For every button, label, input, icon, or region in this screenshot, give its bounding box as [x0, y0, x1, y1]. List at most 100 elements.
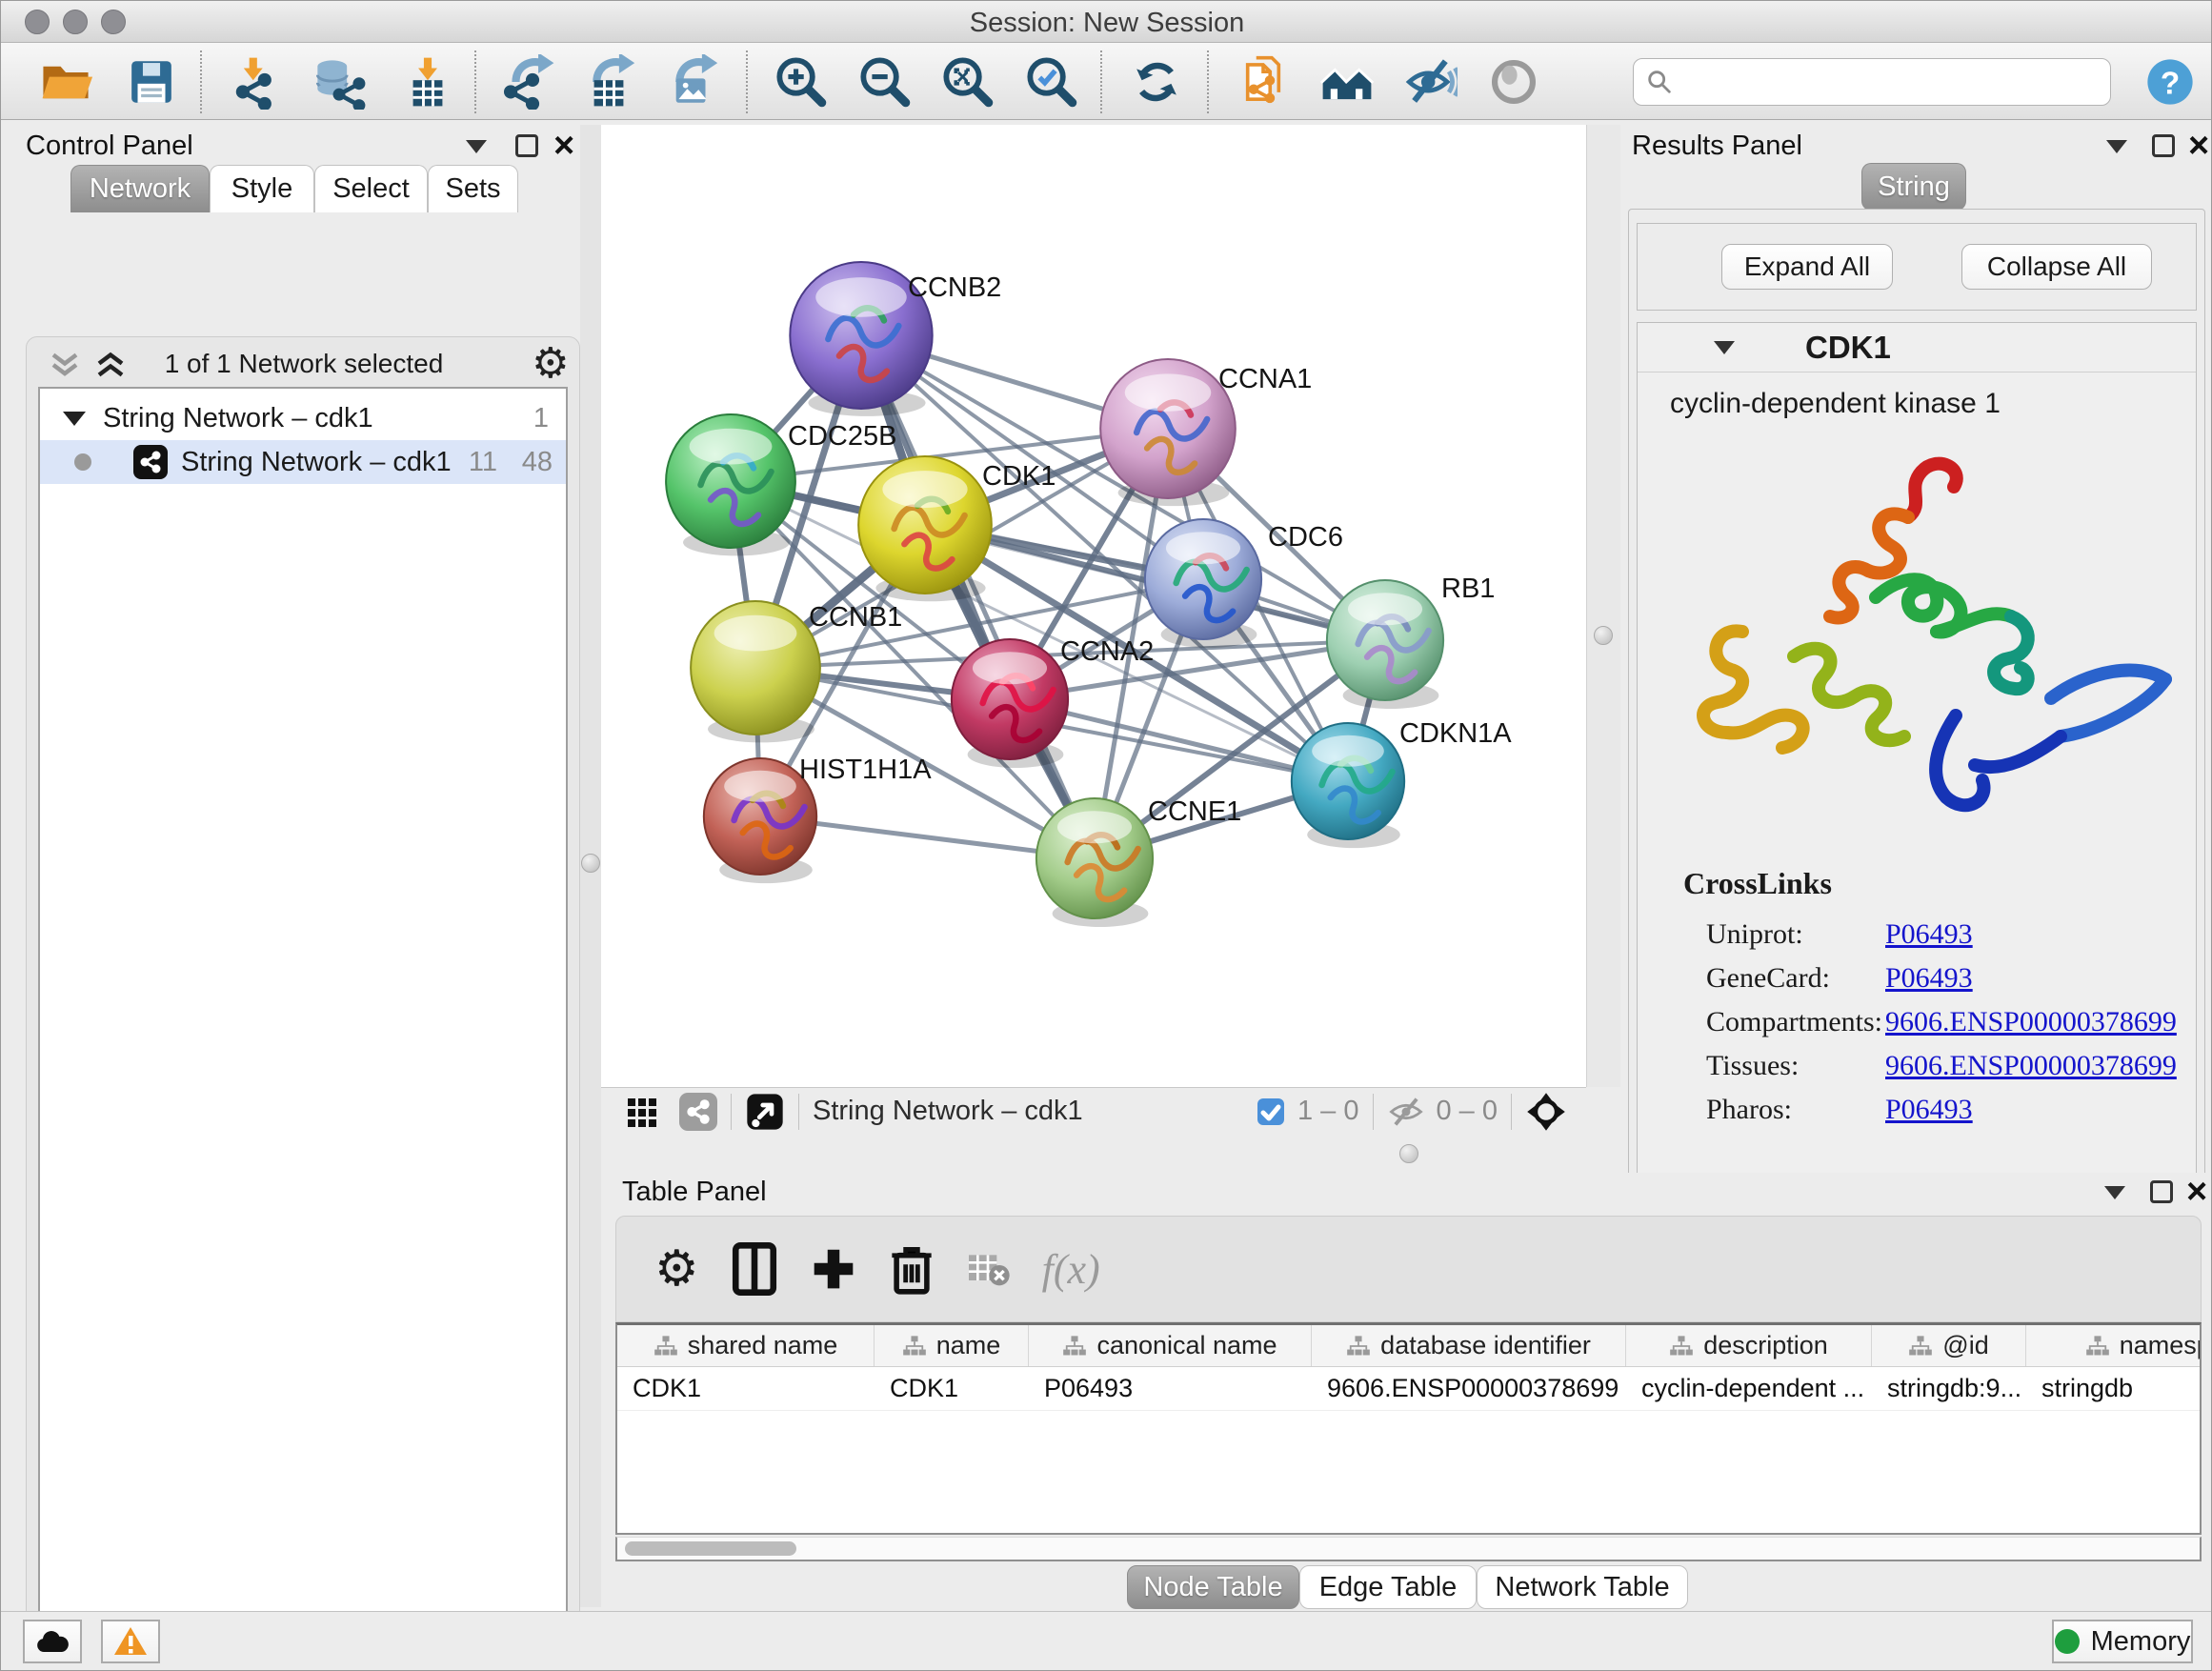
- collapse-all-button[interactable]: Collapse All: [1961, 244, 2152, 290]
- table-settings-gear-icon[interactable]: ⚙: [654, 1240, 699, 1298]
- column-header-shared-name[interactable]: shared name: [617, 1325, 875, 1366]
- gene-expander-icon[interactable]: [1714, 341, 1735, 354]
- network-options-gear-icon[interactable]: ⚙: [532, 339, 569, 388]
- zoom-selected-button[interactable]: [1023, 53, 1080, 111]
- export-image-button[interactable]: [663, 53, 720, 111]
- close-table-icon[interactable]: ×: [2186, 1178, 2207, 1205]
- svg-text:CDK1: CDK1: [982, 461, 1056, 492]
- search-input[interactable]: [1674, 67, 2083, 98]
- network-node-CDC6[interactable]: [1145, 519, 1261, 648]
- collapse-results-icon[interactable]: [2106, 140, 2127, 158]
- gene-symbol: CDK1: [1805, 330, 1891, 366]
- collapse-panel-icon[interactable]: [466, 140, 487, 158]
- network-node-RB1[interactable]: [1327, 580, 1443, 709]
- expand-all-button[interactable]: Expand All: [1721, 244, 1893, 290]
- left-splitter-handle[interactable]: [581, 854, 600, 873]
- search-box[interactable]: [1633, 58, 2111, 106]
- column-type-icon: [2085, 1335, 2110, 1358]
- float-results-icon[interactable]: [2152, 134, 2175, 162]
- delete-column-icon[interactable]: [890, 1243, 934, 1295]
- column-header-description[interactable]: description: [1626, 1325, 1872, 1366]
- left-splitter[interactable]: [580, 125, 601, 1607]
- scrollbar-thumb[interactable]: [625, 1541, 796, 1556]
- warnings-button[interactable]: [101, 1620, 160, 1663]
- crosslink-link[interactable]: P06493: [1885, 918, 1973, 950]
- network-row-selected[interactable]: String Network – cdk1 11 48: [40, 440, 566, 484]
- close-results-icon[interactable]: ×: [2188, 132, 2209, 159]
- hidden-counts: 0 – 0: [1437, 1096, 1498, 1127]
- string-document-button[interactable]: [1235, 53, 1292, 111]
- refresh-button[interactable]: [1128, 53, 1185, 111]
- detach-view-icon[interactable]: [745, 1092, 785, 1132]
- tree-expander-icon[interactable]: [63, 412, 86, 426]
- open-session-button[interactable]: [37, 53, 94, 111]
- tab-style[interactable]: Style: [210, 165, 314, 212]
- add-column-icon[interactable]: [810, 1245, 857, 1293]
- zoom-fit-button[interactable]: [939, 53, 996, 111]
- import-table-button[interactable]: [399, 53, 456, 111]
- close-panel-icon[interactable]: ×: [553, 132, 574, 159]
- network-view-title: String Network – cdk1: [813, 1096, 1083, 1127]
- table-row[interactable]: CDK1CDK1P064939606.ENSP00000378699cyclin…: [617, 1367, 2200, 1411]
- collapse-table-icon[interactable]: [2104, 1186, 2125, 1204]
- table-horizontal-scrollbar[interactable]: [615, 1537, 2202, 1561]
- table-tab-edge-table[interactable]: Edge Table: [1299, 1565, 1477, 1609]
- crosslink-link[interactable]: P06493: [1885, 962, 1973, 994]
- horizontal-splitter[interactable]: [601, 1135, 1586, 1173]
- help-button[interactable]: ?: [2142, 53, 2199, 111]
- show-panel-button[interactable]: [1485, 53, 1542, 111]
- show-columns-icon[interactable]: [732, 1242, 777, 1296]
- string-view-icon[interactable]: [679, 1093, 717, 1131]
- export-network-button[interactable]: [501, 53, 558, 111]
- network-node-CCNA1[interactable]: [1100, 359, 1236, 506]
- save-session-button[interactable]: [123, 53, 180, 111]
- right-splitter-handle[interactable]: [1594, 626, 1613, 645]
- warning-icon: [112, 1625, 149, 1658]
- network-collection-row[interactable]: String Network – cdk1 1: [40, 396, 566, 440]
- tab-select[interactable]: Select: [314, 165, 428, 212]
- network-node-CDK1[interactable]: [858, 456, 992, 601]
- title-bar: Session: New Session: [1, 1, 2212, 43]
- import-database-button[interactable]: [311, 53, 368, 111]
- column-header-name[interactable]: name: [875, 1325, 1029, 1366]
- control-panel-title: Control Panel: [26, 131, 193, 162]
- network-canvas[interactable]: CCNB2CCNA1CDC25BCDK1CDC6RB1CCNB1CCNA2CDK…: [601, 125, 1586, 1087]
- column-header-namespace[interactable]: namespace: [2026, 1325, 2202, 1366]
- export-table-button[interactable]: [580, 53, 637, 111]
- column-header--id[interactable]: @id: [1872, 1325, 2026, 1366]
- table-tab-network-table[interactable]: Network Table: [1477, 1565, 1688, 1609]
- network-node-CDKN1A[interactable]: [1292, 723, 1404, 848]
- horizontal-splitter-handle[interactable]: [1399, 1144, 1418, 1163]
- network-node-CDC25B[interactable]: [666, 414, 795, 555]
- hide-panels-button[interactable]: [1401, 53, 1458, 111]
- home-views-button[interactable]: [1318, 53, 1376, 111]
- crosslink-link[interactable]: P06493: [1885, 1094, 1973, 1125]
- tab-network[interactable]: Network: [70, 165, 210, 212]
- memory-button[interactable]: Memory: [2052, 1620, 2193, 1663]
- zoom-out-button[interactable]: [856, 53, 914, 111]
- right-splitter[interactable]: [1586, 125, 1620, 1087]
- network-node-CCNE1[interactable]: [1036, 798, 1153, 927]
- import-network-button[interactable]: [231, 53, 289, 111]
- column-header-canonical-name[interactable]: canonical name: [1029, 1325, 1312, 1366]
- tab-string[interactable]: String: [1861, 163, 1966, 211]
- network-node-CCNB1[interactable]: [691, 601, 820, 742]
- tab-sets[interactable]: Sets: [428, 165, 518, 212]
- gene-description: cyclin-dependent kinase 1: [1670, 388, 2196, 420]
- column-header-database-identifier[interactable]: database identifier: [1312, 1325, 1626, 1366]
- crosslink-link[interactable]: 9606.ENSP00000378699: [1885, 1050, 2177, 1081]
- hidden-eye-slash-icon[interactable]: [1387, 1095, 1425, 1129]
- cloud-button[interactable]: [23, 1620, 82, 1663]
- selected-checkbox-icon[interactable]: [1256, 1097, 1286, 1127]
- float-panel-icon[interactable]: [515, 134, 538, 162]
- float-table-icon[interactable]: [2150, 1180, 2173, 1208]
- gene-section: CDK1 cyclin-dependent kinase 1 CrossLink…: [1637, 322, 2197, 1191]
- network-node-CCNA2[interactable]: [952, 639, 1068, 768]
- birds-eye-view-icon[interactable]: [1525, 1091, 1567, 1133]
- crosslink-link[interactable]: 9606.ENSP00000378699: [1885, 1006, 2177, 1037]
- gene-section-header[interactable]: CDK1: [1638, 323, 2196, 372]
- grid-view-icon[interactable]: [626, 1095, 660, 1129]
- memory-label: Memory: [2091, 1626, 2191, 1658]
- zoom-in-button[interactable]: [773, 53, 830, 111]
- table-tab-node-table[interactable]: Node Table: [1127, 1565, 1299, 1609]
